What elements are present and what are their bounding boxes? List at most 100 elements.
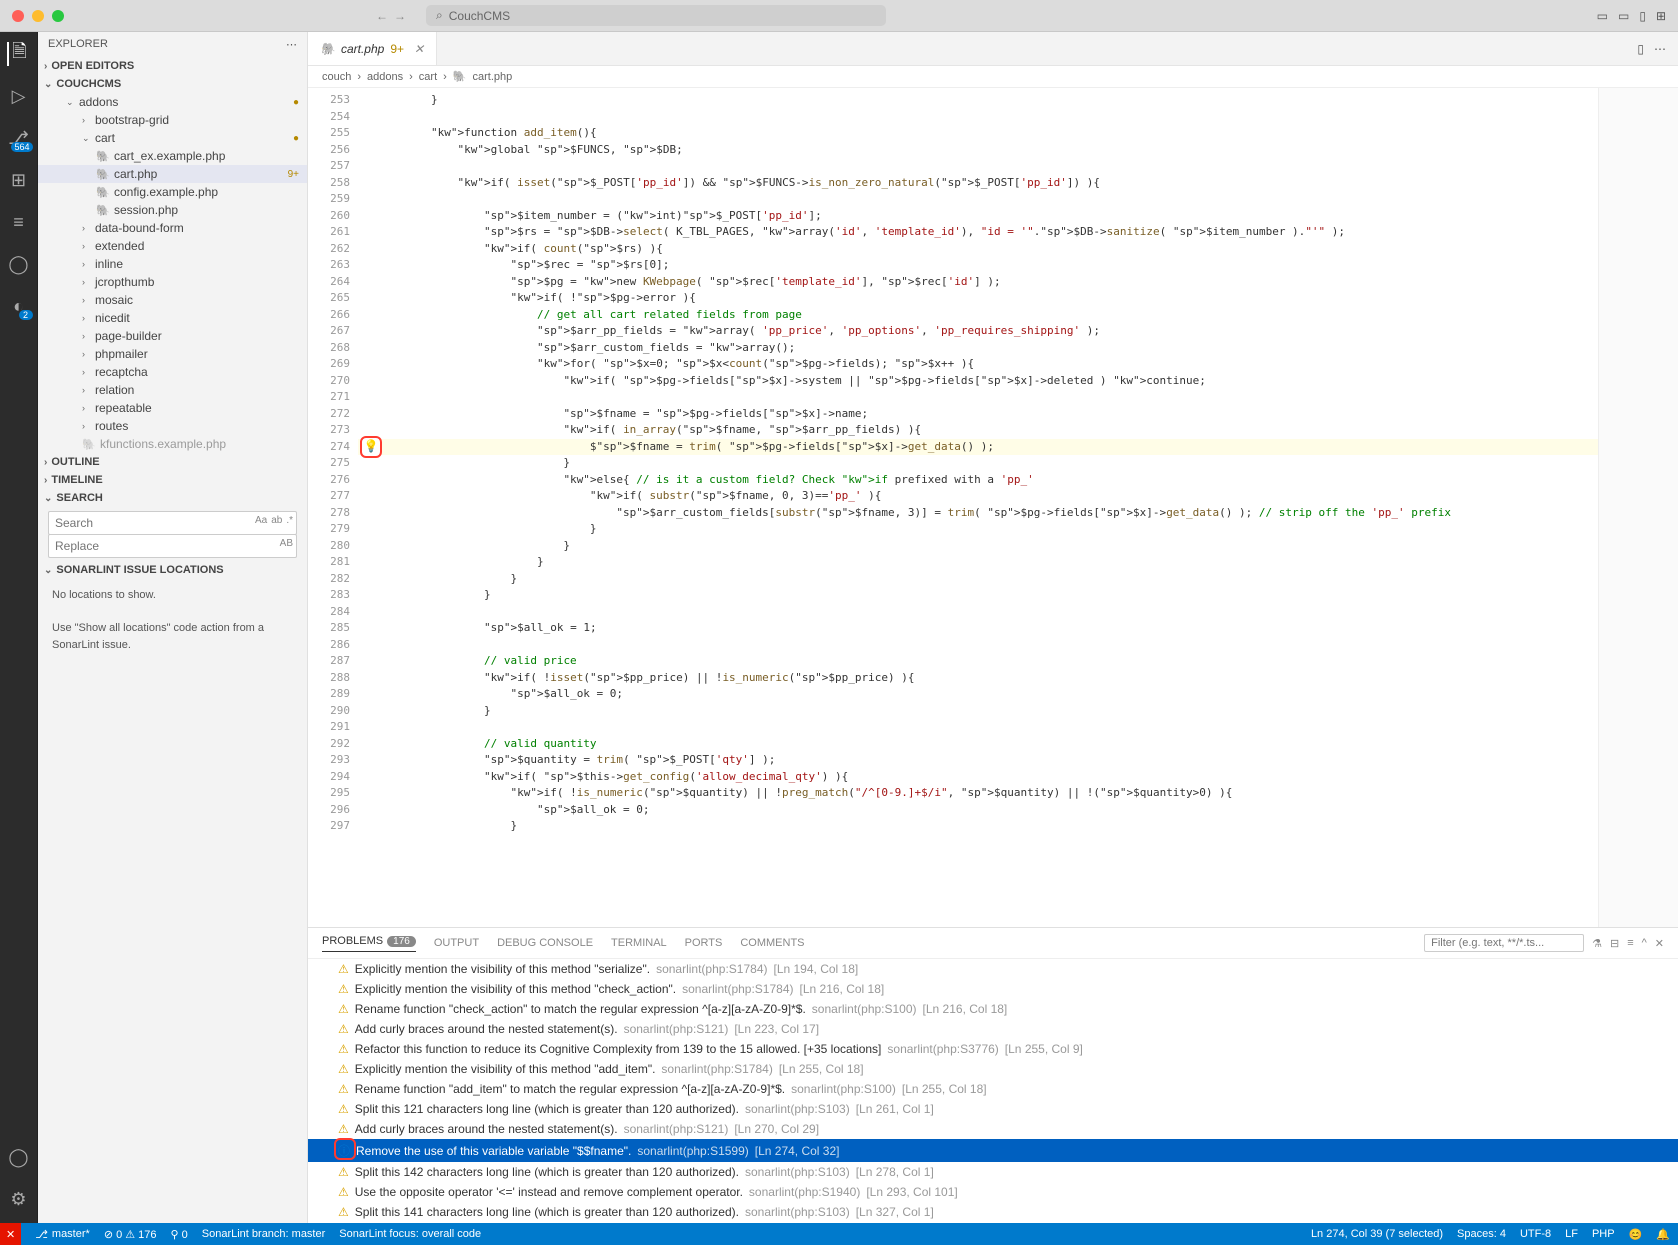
activity-github-icon[interactable]: ◯ xyxy=(7,252,31,276)
tab-comments[interactable]: COMMENTS xyxy=(740,937,804,949)
split-editor-icon[interactable]: ▯ xyxy=(1637,42,1644,56)
status-sonar-focus[interactable]: SonarLint focus: overall code xyxy=(339,1228,481,1240)
problem-row[interactable]: ⚠ Refactor this function to reduce its C… xyxy=(308,1039,1678,1059)
tab-problems[interactable]: PROBLEMS176 xyxy=(322,935,416,952)
problem-row[interactable]: ⚠ Split this 126 characters long line (w… xyxy=(308,1222,1678,1223)
status-encoding[interactable]: UTF-8 xyxy=(1520,1228,1551,1241)
problem-row[interactable]: ⚠ Explicitly mention the visibility of t… xyxy=(308,979,1678,999)
problems-filter-input[interactable] xyxy=(1424,934,1584,952)
tab-terminal[interactable]: TERMINAL xyxy=(611,937,667,949)
status-problems[interactable]: ⊘ 0 ⚠ 176 xyxy=(104,1228,157,1241)
problem-row[interactable]: ⚠ Explicitly mention the visibility of t… xyxy=(308,959,1678,979)
problem-row[interactable]: ⚠ Rename function "check_action" to matc… xyxy=(308,999,1678,1019)
warning-icon: ⚠ xyxy=(338,1122,349,1136)
tab-cart-php[interactable]: 🐘 cart.php 9+ ✕ xyxy=(308,32,437,65)
collapse-icon[interactable]: ⊟ xyxy=(1610,937,1619,950)
match-case-icon[interactable]: Aa xyxy=(255,515,267,526)
problem-row[interactable]: ⚠ Explicitly mention the visibility of t… xyxy=(308,1059,1678,1079)
regex-icon[interactable]: .* xyxy=(286,515,293,526)
problem-row[interactable]: ⚠ Split this 142 characters long line (w… xyxy=(308,1162,1678,1182)
status-branch[interactable]: ⎇ master* xyxy=(35,1228,90,1241)
more-actions-icon[interactable]: ⋯ xyxy=(1654,42,1666,56)
command-center[interactable]: ⌕ CouchCMS xyxy=(426,5,886,26)
folder-jcrop[interactable]: ›jcropthumb xyxy=(38,273,307,291)
folder-routes[interactable]: ›routes xyxy=(38,417,307,435)
file-kfunctions[interactable]: 🐘kfunctions.example.php xyxy=(38,435,307,453)
close-tab-icon[interactable]: ✕ xyxy=(414,42,424,56)
project-header[interactable]: ⌄COUCHCMS xyxy=(38,75,307,93)
file-cart-ex[interactable]: 🐘cart_ex.example.php xyxy=(38,147,307,165)
layout-secondary-icon[interactable]: ▭ xyxy=(1618,9,1629,23)
status-language[interactable]: PHP xyxy=(1592,1228,1615,1241)
activity-settings-icon[interactable]: ⚙ xyxy=(7,1187,31,1211)
tab-debug-console[interactable]: DEBUG CONSOLE xyxy=(497,937,593,949)
folder-nicedit[interactable]: ›nicedit xyxy=(38,309,307,327)
open-editors-header[interactable]: ›OPEN EDITORS xyxy=(38,57,307,75)
activity-explorer-icon[interactable]: 🗎 xyxy=(7,42,31,66)
activity-account-icon[interactable]: ◯ xyxy=(7,1145,31,1169)
activity-run-icon[interactable]: ▷ xyxy=(7,84,31,108)
activity-extensions-icon[interactable]: ⊞ xyxy=(7,168,31,192)
activity-remote-icon[interactable]: ≡ xyxy=(7,210,31,234)
layout-panel-icon[interactable]: ▯ xyxy=(1639,9,1646,23)
view-as-icon[interactable]: ≡ xyxy=(1627,937,1633,949)
tab-ports[interactable]: PORTS xyxy=(685,937,723,949)
folder-cart[interactable]: ⌄cart● xyxy=(38,129,307,147)
folder-relation[interactable]: ›relation xyxy=(38,381,307,399)
status-cursor-pos[interactable]: Ln 274, Col 39 (7 selected) xyxy=(1311,1228,1443,1241)
problem-row[interactable]: ⚠ Add curly braces around the nested sta… xyxy=(308,1119,1678,1139)
problem-row[interactable]: ⚠ Rename function "add_item" to match th… xyxy=(308,1079,1678,1099)
close-window-button[interactable] xyxy=(12,10,24,22)
status-indent[interactable]: Spaces: 4 xyxy=(1457,1228,1506,1241)
close-panel-icon[interactable]: ✕ xyxy=(1655,937,1664,950)
lightbulb-icon[interactable]: 💡 xyxy=(360,436,382,458)
preserve-case-icon[interactable]: AB xyxy=(280,538,293,549)
nav-back-button[interactable]: ← xyxy=(376,9,388,23)
tab-output[interactable]: OUTPUT xyxy=(434,937,479,949)
minimap[interactable] xyxy=(1598,88,1678,927)
warning-icon: ⚠ xyxy=(338,982,349,996)
folder-addons[interactable]: ⌄addons● xyxy=(38,93,307,111)
problem-row[interactable]: ⚠ Split this 121 characters long line (w… xyxy=(308,1099,1678,1119)
problem-row[interactable]: ⚠ Use the opposite operator '<=' instead… xyxy=(308,1182,1678,1202)
folder-inline[interactable]: ›inline xyxy=(38,255,307,273)
problem-row[interactable]: ⚠ Add curly braces around the nested sta… xyxy=(308,1019,1678,1039)
breadcrumb[interactable]: couch › addons › cart › 🐘 cart.php xyxy=(308,66,1678,88)
status-eol[interactable]: LF xyxy=(1565,1228,1578,1241)
activity-sonar-icon[interactable]: ◐2 xyxy=(7,294,31,318)
search-section-header[interactable]: ⌄SEARCH xyxy=(38,489,307,507)
folder-bootstrap-grid[interactable]: ›bootstrap-grid xyxy=(38,111,307,129)
replace-input[interactable] xyxy=(48,534,297,558)
maximize-panel-icon[interactable]: ^ xyxy=(1642,937,1647,949)
file-cart-php[interactable]: 🐘cart.php9+ xyxy=(38,165,307,183)
folder-phpmailer[interactable]: ›phpmailer xyxy=(38,345,307,363)
status-bell-icon[interactable]: 🔔 xyxy=(1656,1228,1670,1241)
file-config-example[interactable]: 🐘config.example.php xyxy=(38,183,307,201)
problem-row[interactable]: ⓘ Remove the use of this variable variab… xyxy=(308,1139,1678,1162)
outline-header[interactable]: ›OUTLINE xyxy=(38,453,307,471)
folder-extended[interactable]: ›extended xyxy=(38,237,307,255)
file-session[interactable]: 🐘session.php xyxy=(38,201,307,219)
folder-data-bound[interactable]: ›data-bound-form xyxy=(38,219,307,237)
whole-word-icon[interactable]: ab xyxy=(271,515,282,526)
folder-mosaic[interactable]: ›mosaic xyxy=(38,291,307,309)
minimize-window-button[interactable] xyxy=(32,10,44,22)
status-ports[interactable]: ⚲ 0 xyxy=(171,1228,188,1241)
folder-repeatable[interactable]: ›repeatable xyxy=(38,399,307,417)
layout-primary-icon[interactable]: ▭ xyxy=(1597,9,1608,23)
timeline-header[interactable]: ›TIMELINE xyxy=(38,471,307,489)
status-remote[interactable]: ✕ xyxy=(0,1223,21,1245)
sonarlint-header[interactable]: ⌄SONARLINT ISSUE LOCATIONS xyxy=(38,561,307,579)
status-smiley-icon[interactable]: 😊 xyxy=(1629,1228,1643,1241)
sidebar-more-icon[interactable]: ⋯ xyxy=(286,38,297,51)
folder-recaptcha[interactable]: ›recaptcha xyxy=(38,363,307,381)
code-editor[interactable]: } "kw">function add_item(){ "kw">global … xyxy=(358,88,1598,927)
activity-source-control-icon[interactable]: ⎇564 xyxy=(7,126,31,150)
filter-icon[interactable]: ⚗ xyxy=(1592,937,1602,950)
problem-row[interactable]: ⚠ Split this 141 characters long line (w… xyxy=(308,1202,1678,1222)
folder-page-builder[interactable]: ›page-builder xyxy=(38,327,307,345)
maximize-window-button[interactable] xyxy=(52,10,64,22)
status-sonar-branch[interactable]: SonarLint branch: master xyxy=(202,1228,326,1240)
nav-forward-button[interactable]: → xyxy=(394,9,406,23)
layout-customize-icon[interactable]: ⊞ xyxy=(1656,9,1666,23)
